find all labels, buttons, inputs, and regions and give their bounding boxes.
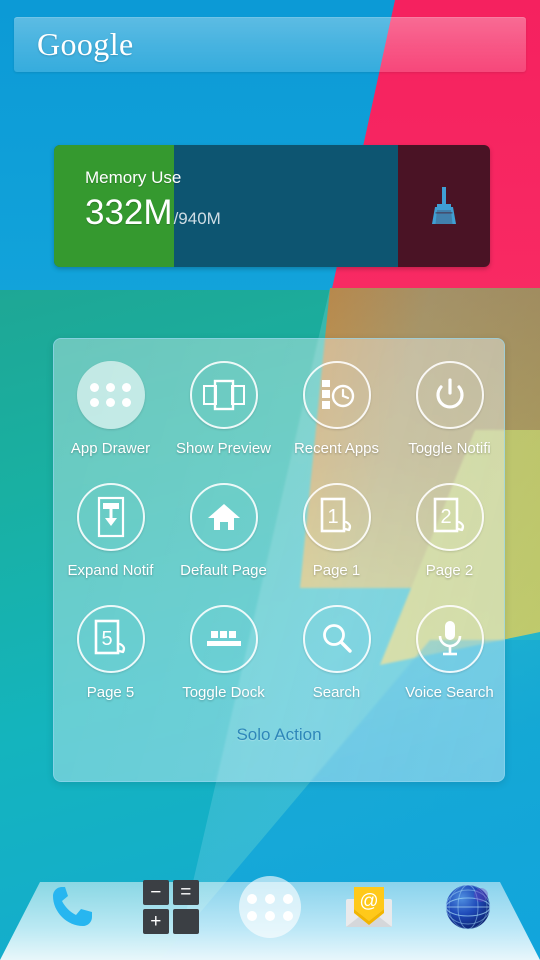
action-item-voice-search[interactable]: Voice Search xyxy=(393,605,504,727)
google-wordmark: Google xyxy=(37,25,134,62)
dock: − = + @ xyxy=(0,866,540,948)
calc-key-plus: + xyxy=(142,909,169,934)
memory-use-widget[interactable]: Memory Use 332M /940M xyxy=(54,145,490,267)
action-label: Expand Notif xyxy=(67,562,154,579)
dock-item-app-drawer[interactable] xyxy=(238,876,301,938)
action-label: Page 5 xyxy=(86,684,135,701)
action-item-toggle-notification[interactable]: Toggle Notifi xyxy=(393,361,504,483)
app-drawer-icon xyxy=(238,876,301,938)
expand-notification-icon xyxy=(76,483,145,551)
solo-action-label: Solo Action xyxy=(236,725,322,744)
memory-used-value: 332M xyxy=(85,193,173,232)
page-5-icon: 5 xyxy=(76,605,145,673)
search-icon xyxy=(302,605,371,673)
action-label: Page 1 xyxy=(312,562,361,579)
show-preview-icon xyxy=(189,361,258,429)
home-icon xyxy=(189,483,258,551)
svg-text:5: 5 xyxy=(101,628,112,650)
toggle-dock-icon xyxy=(189,605,258,673)
action-label: Search xyxy=(312,684,361,701)
action-item-recent-apps[interactable]: Recent Apps xyxy=(280,361,393,483)
dock-item-browser[interactable] xyxy=(437,876,499,938)
app-drawer-dots xyxy=(246,893,293,921)
home-screen: Google Memory Use 332M /940M App Drawer … xyxy=(0,0,540,960)
action-item-search[interactable]: Search xyxy=(280,605,393,727)
app-drawer-icon xyxy=(76,361,145,429)
power-toggle-icon xyxy=(415,361,484,429)
action-grid: App Drawer Show Preview Recent Apps Togg… xyxy=(54,339,504,727)
action-label: App Drawer xyxy=(70,440,151,457)
action-label: Default Page xyxy=(180,562,267,579)
recent-apps-icon xyxy=(302,361,371,429)
action-label: Show Preview xyxy=(175,440,272,457)
action-label: Voice Search xyxy=(405,684,494,701)
action-label: Page 2 xyxy=(425,562,474,579)
broom-icon xyxy=(432,187,456,224)
action-item-page-1[interactable]: 1 Page 1 xyxy=(280,483,393,605)
phone-icon xyxy=(52,887,92,926)
email-icon: @ xyxy=(346,887,393,927)
action-item-app-drawer[interactable]: App Drawer xyxy=(54,361,167,483)
action-label: Recent Apps xyxy=(293,440,380,457)
action-item-page-5[interactable]: 5 Page 5 xyxy=(54,605,167,727)
panel-footer: Solo Action xyxy=(54,719,504,781)
action-item-expand-notification[interactable]: Expand Notif xyxy=(54,483,167,605)
action-label: Toggle Notifi xyxy=(408,440,491,457)
dock-item-phone[interactable] xyxy=(41,876,103,938)
svg-text:1: 1 xyxy=(327,506,338,528)
memory-value-row: 332M /940M xyxy=(85,195,221,230)
dock-item-calculator[interactable]: − = + xyxy=(140,876,202,938)
browser-globe-icon xyxy=(445,884,491,930)
memory-text-block: Memory Use 332M /940M xyxy=(85,169,221,230)
action-item-default-page[interactable]: Default Page xyxy=(167,483,280,605)
page-1-icon: 1 xyxy=(302,483,371,551)
microphone-icon xyxy=(415,605,484,673)
action-item-page-2[interactable]: 2 Page 2 xyxy=(393,483,504,605)
svg-text:@: @ xyxy=(360,891,379,912)
action-label: Toggle Dock xyxy=(182,684,265,701)
memory-clean-button[interactable] xyxy=(398,145,490,267)
calc-key-equals: = xyxy=(172,880,199,905)
calc-key-blank xyxy=(172,909,199,934)
action-item-show-preview[interactable]: Show Preview xyxy=(167,361,280,483)
memory-title: Memory Use xyxy=(85,168,182,187)
action-item-toggle-dock[interactable]: Toggle Dock xyxy=(167,605,280,727)
memory-progress-track: Memory Use 332M /940M xyxy=(54,145,398,267)
memory-total-value: /940M xyxy=(173,209,221,228)
calc-key-minus: − xyxy=(142,880,169,905)
google-search-bar[interactable]: Google xyxy=(14,17,526,72)
calculator-icon: − = + xyxy=(142,880,199,934)
page-2-icon: 2 xyxy=(415,483,484,551)
solo-action-panel: App Drawer Show Preview Recent Apps Togg… xyxy=(53,338,505,782)
app-drawer-dots xyxy=(90,383,131,407)
dock-item-email[interactable]: @ xyxy=(338,876,400,938)
svg-text:2: 2 xyxy=(440,506,451,528)
